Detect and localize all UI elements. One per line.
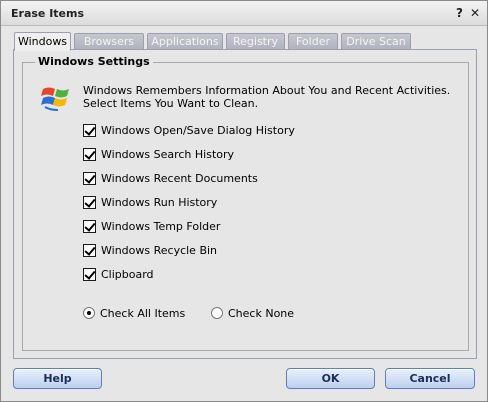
item-recycle-bin[interactable]: Windows Recycle Bin	[83, 243, 217, 257]
tab-drive-scan[interactable]: Drive Scan	[341, 33, 411, 50]
window-title: Erase Items	[11, 7, 85, 20]
checkbox-label: Clipboard	[101, 267, 154, 281]
tab-applications[interactable]: Applications	[147, 33, 223, 50]
checkbox-label: Windows Run History	[101, 195, 218, 209]
description-text: Windows Remembers Information About You …	[83, 84, 463, 110]
tab-folder[interactable]: Folder	[288, 33, 338, 50]
tab-registry[interactable]: Registry	[226, 33, 285, 50]
tab-browsers[interactable]: Browsers	[74, 33, 144, 50]
checkbox[interactable]	[83, 123, 96, 137]
checkbox[interactable]	[83, 219, 96, 233]
checkbox-label: Windows Search History	[101, 147, 235, 161]
checkbox[interactable]	[83, 267, 96, 281]
windows-settings-group: Windows Settings Windows Remembers Infor…	[22, 55, 469, 351]
check-all-option[interactable]: Check All Items	[83, 306, 185, 320]
check-none-option[interactable]: Check None	[211, 306, 294, 320]
help-button[interactable]: Help	[13, 368, 102, 389]
item-run-history[interactable]: Windows Run History	[83, 195, 217, 209]
item-recent-documents[interactable]: Windows Recent Documents	[83, 171, 258, 185]
checkbox-label: Windows Temp Folder	[101, 219, 221, 233]
description-line-1: Windows Remembers Information About You …	[83, 84, 451, 97]
tab-windows[interactable]: Windows	[14, 32, 71, 51]
checkbox[interactable]	[83, 195, 96, 209]
group-title: Windows Settings	[35, 55, 153, 68]
help-question-icon[interactable]: ?	[456, 6, 463, 20]
checkbox-label: Windows Open/Save Dialog History	[101, 123, 295, 137]
item-search-history[interactable]: Windows Search History	[83, 147, 234, 161]
description-line-2: Select Items You Want to Clean.	[83, 97, 259, 110]
check-none-label: Check None	[228, 306, 295, 320]
erase-items-dialog: Erase Items ? ✕ Windows Browsers Applica…	[0, 0, 488, 402]
checkbox[interactable]	[83, 147, 96, 161]
check-all-label: Check All Items	[100, 306, 186, 320]
check-all-radio[interactable]	[83, 307, 95, 319]
ok-button[interactable]: OK	[286, 368, 375, 389]
check-none-radio[interactable]	[211, 307, 223, 319]
windows-logo-icon	[41, 87, 69, 111]
item-temp-folder[interactable]: Windows Temp Folder	[83, 219, 220, 233]
tab-panel: Windows Settings Windows Remembers Infor…	[13, 49, 477, 359]
checkbox-label: Windows Recycle Bin	[101, 243, 218, 257]
checkbox[interactable]	[83, 243, 96, 257]
title-bar[interactable]: Erase Items ? ✕	[1, 1, 487, 26]
close-icon[interactable]: ✕	[470, 6, 480, 20]
checkbox[interactable]	[83, 171, 96, 185]
checkbox-label: Windows Recent Documents	[101, 171, 258, 185]
item-open-save-history[interactable]: Windows Open/Save Dialog History	[83, 123, 295, 137]
cancel-button[interactable]: Cancel	[385, 368, 475, 389]
item-clipboard[interactable]: Clipboard	[83, 267, 154, 281]
